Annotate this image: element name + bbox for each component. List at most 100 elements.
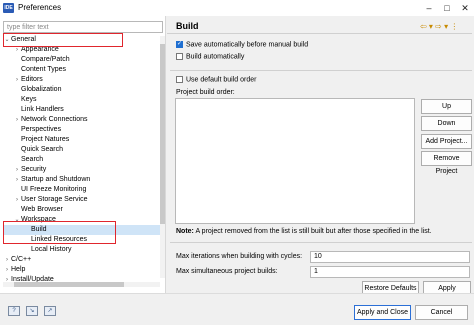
tree-item-label: User Storage Service <box>21 196 88 203</box>
build-order-note: Note: A project removed from the list is… <box>176 228 432 235</box>
tree-item[interactable]: › Startup and Shutdown <box>3 175 160 185</box>
tree-item[interactable]: › Network Connections <box>3 115 160 125</box>
tree-item[interactable]: › Editors <box>3 75 160 85</box>
tree-item-label: Startup and Shutdown <box>21 176 91 183</box>
tree-item-label: Compare/Patch <box>21 56 70 63</box>
up-button[interactable]: Up <box>421 99 472 114</box>
chevron-right-icon[interactable]: › <box>3 255 11 265</box>
tree-item-label: Web Browser <box>21 206 63 213</box>
tree-scroll-thumb[interactable] <box>160 44 165 224</box>
tree-item[interactable]: Project Natures <box>3 135 160 145</box>
tree-item[interactable]: Globalization <box>3 85 160 95</box>
tree-item-label: Help <box>11 266 26 273</box>
max-parallel-builds-input[interactable]: 1 <box>310 266 470 278</box>
tree-item-label: Workspace <box>21 216 56 223</box>
maximize-icon[interactable]: □ <box>441 2 453 14</box>
build-automatically-checkbox[interactable] <box>176 53 183 60</box>
tree-item[interactable]: UI Freeze Monitoring <box>3 185 160 195</box>
apply-and-close-button[interactable]: Apply and Close <box>354 305 411 320</box>
tree-item-label: Build <box>31 226 47 233</box>
use-default-order-label: Use default build order <box>186 76 257 84</box>
tree-item-label: Quick Search <box>21 146 64 153</box>
page-title: Build <box>176 21 199 31</box>
tree-item-label: Security <box>21 166 47 173</box>
save-before-build-option[interactable]: Save automatically before manual build <box>176 40 309 49</box>
tree-hscroll-thumb[interactable] <box>14 282 124 287</box>
tree-item-label: Perspectives <box>21 126 62 133</box>
chevron-right-icon[interactable]: › <box>13 175 21 185</box>
section-divider <box>170 70 472 71</box>
tree-item[interactable]: Quick Search <box>3 145 160 155</box>
tree-item[interactable]: › User Storage Service <box>3 195 160 205</box>
tree-item[interactable]: Search <box>3 155 160 165</box>
use-default-order-option[interactable]: Use default build order <box>176 76 256 83</box>
build-automatically-option[interactable]: Build automatically <box>176 53 244 60</box>
chevron-right-icon[interactable]: › <box>13 45 21 55</box>
preference-tree: ⌄General › Appearance Compare/Patch Content … <box>3 35 160 285</box>
tree-item-label: Keys <box>21 96 37 103</box>
build-automatically-label: Build automatically <box>186 53 245 61</box>
tree-item[interactable]: Web Browser <box>3 205 160 215</box>
chevron-right-icon[interactable]: › <box>13 195 21 205</box>
max-parallel-builds-label: Max simultaneous project builds: <box>176 268 278 275</box>
tree-item-label: Editors <box>21 76 43 83</box>
tree-item-label: Link Handlers <box>21 106 64 113</box>
tree-item[interactable]: ⌄General <box>3 35 160 45</box>
options-divider <box>170 242 472 243</box>
use-default-order-checkbox[interactable] <box>176 76 183 83</box>
window-title: Preferences <box>18 3 62 12</box>
tree-item[interactable]: ⌄Workspace <box>3 215 160 225</box>
tree-item[interactable]: › Appearance <box>3 45 160 55</box>
tree-item-label: UI Freeze Monitoring <box>21 186 87 193</box>
tree-item-label: Appearance <box>21 46 59 53</box>
tree-item-label: Globalization <box>21 86 62 93</box>
tree-item-label: Project Natures <box>21 136 70 143</box>
save-before-build-checkbox[interactable] <box>176 40 183 48</box>
header-divider <box>167 33 472 34</box>
project-build-order-list[interactable] <box>175 98 415 224</box>
chevron-down-icon[interactable]: ⌄ <box>3 35 11 45</box>
note-text: A project removed from the list is still… <box>195 228 432 235</box>
tree-item-label: Network Connections <box>21 116 88 123</box>
tree-item-label: Local History <box>31 246 72 253</box>
max-iterations-label: Max iterations when building with cycles… <box>176 253 303 260</box>
title-bar <box>0 0 474 17</box>
export-icon[interactable]: ↗ <box>44 306 56 316</box>
tree-item-label: General <box>11 36 36 43</box>
tree-item[interactable]: › Help <box>3 265 160 275</box>
remove-project-button[interactable]: Remove Project <box>421 151 472 175</box>
down-button[interactable]: Down <box>421 116 472 131</box>
tree-item-label: Search <box>21 156 44 163</box>
help-icon[interactable]: ? <box>8 306 20 316</box>
build-order-label: Project build order: <box>176 89 235 96</box>
minimize-icon[interactable]: – <box>423 2 435 14</box>
tree-item-label: C/C++ <box>11 256 32 263</box>
tree-item[interactable]: Perspectives <box>3 125 160 135</box>
close-icon[interactable]: ✕ <box>459 2 471 14</box>
tree-item[interactable]: › Security <box>3 165 160 175</box>
import-icon[interactable]: ↘ <box>26 306 38 316</box>
chevron-down-icon[interactable]: ⌄ <box>13 215 21 225</box>
tree-item-label: Content Types <box>21 66 67 73</box>
tree-item[interactable]: Link Handlers <box>3 105 160 115</box>
chevron-right-icon[interactable]: › <box>3 265 11 275</box>
navigation-arrows-icon[interactable]: ⇦ ▾ ⇨ ▾ ⋮ <box>420 22 458 31</box>
tree-item[interactable]: Content Types <box>3 65 160 75</box>
max-iterations-input[interactable]: 10 <box>310 251 470 263</box>
tree-item[interactable]: Build <box>3 225 160 235</box>
tree-item[interactable]: Local History <box>3 245 160 255</box>
tree-item[interactable]: Compare/Patch <box>3 55 160 65</box>
tree-item[interactable]: › C/C++ <box>3 255 160 265</box>
cancel-button[interactable]: Cancel <box>415 305 468 320</box>
add-project-button[interactable]: Add Project... <box>421 134 472 149</box>
app-icon: IDE <box>3 3 14 13</box>
filter-input[interactable]: type filter text <box>3 21 163 33</box>
tree-item[interactable]: Keys <box>3 95 160 105</box>
chevron-right-icon[interactable]: › <box>13 75 21 85</box>
chevron-right-icon[interactable]: › <box>13 165 21 175</box>
tree-item[interactable]: Linked Resources <box>3 235 160 245</box>
save-before-build-label: Save automatically before manual build <box>186 41 309 49</box>
tree-item-label: Linked Resources <box>31 236 88 243</box>
chevron-right-icon[interactable]: › <box>13 115 21 125</box>
note-label: Note: <box>176 228 194 235</box>
